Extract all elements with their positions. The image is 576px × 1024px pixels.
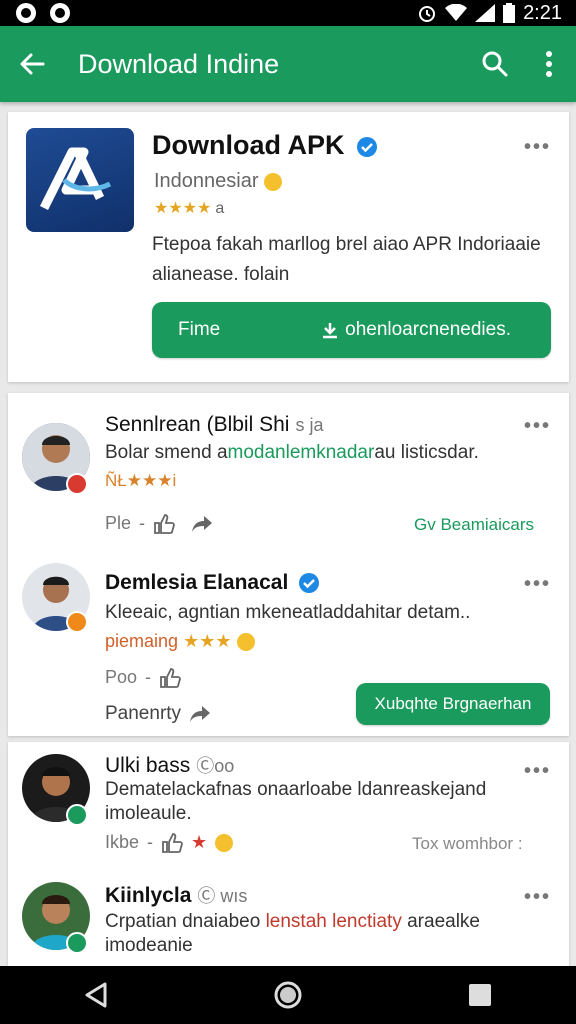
thumbs-up-icon[interactable] bbox=[161, 832, 183, 853]
review-actions: Ikbe - ★ bbox=[105, 832, 234, 853]
reviews-card-2: Ulki bass Ⓒoo ••• Dematelackafnas onaarlo… bbox=[8, 742, 569, 966]
page-title: Download Indine bbox=[78, 48, 280, 79]
review-text: Crpatian dnaiabeo lenstah lenctiaty arae… bbox=[105, 911, 480, 956]
review-text: Dematelackafnas onaarloabe ldanreaskejan… bbox=[105, 779, 487, 824]
app-description: Ftepoa fakah marllog brel aiao APR Indor… bbox=[152, 234, 541, 285]
app-more-button[interactable]: ••• bbox=[524, 136, 551, 159]
install-button[interactable]: Fime ohenloarcnenedies. bbox=[152, 302, 551, 358]
nav-recents-button[interactable] bbox=[450, 966, 510, 1024]
avatar-badge-icon bbox=[66, 473, 88, 495]
triangle-back-icon bbox=[85, 982, 107, 1008]
share-icon[interactable] bbox=[189, 705, 211, 723]
developer-name: Indonnesiar bbox=[154, 170, 283, 193]
thumbs-up-icon[interactable] bbox=[159, 667, 181, 688]
avatar-badge-icon bbox=[66, 804, 88, 826]
status-time: 2:21 bbox=[523, 1, 562, 24]
emoji-icon bbox=[236, 633, 255, 652]
review-more-button[interactable]: ••• bbox=[524, 886, 551, 909]
review-link[interactable]: Tox womhbor : bbox=[412, 834, 523, 854]
review-author: Demlesia Elanacal bbox=[105, 571, 320, 595]
verified-icon bbox=[299, 573, 320, 594]
like-label[interactable]: Ple bbox=[105, 513, 131, 534]
review-stars: piemaing ★★★ bbox=[105, 631, 255, 652]
review-actions: Poo - bbox=[105, 667, 181, 688]
app-card: Download APK ••• Indonnesiar ★★★★ a Ftepo… bbox=[8, 112, 569, 382]
install-button-label: ohenloarcnenedies. bbox=[345, 319, 511, 340]
notification-icon-2 bbox=[50, 3, 70, 23]
review-text: Bolar smend amodanlemknadarau listicsdar… bbox=[105, 442, 479, 463]
more-vert-icon bbox=[546, 51, 552, 77]
search-icon bbox=[482, 51, 508, 77]
verified-icon bbox=[357, 136, 378, 157]
review-author: Sennlrean (Blbil Shi s ja bbox=[105, 413, 324, 436]
thumbs-up-icon[interactable] bbox=[153, 513, 175, 534]
review-secondary: Panenrty bbox=[105, 703, 211, 725]
app-name: Download APK bbox=[152, 130, 378, 161]
share-icon[interactable] bbox=[191, 515, 213, 533]
review-stars: ÑŁ★★★i bbox=[105, 471, 177, 490]
like-label[interactable]: Ikbe bbox=[105, 832, 139, 853]
status-bar: 2:21 bbox=[0, 0, 576, 26]
alarm-icon bbox=[419, 6, 436, 22]
review-more-button[interactable]: ••• bbox=[524, 760, 551, 783]
separator: - bbox=[145, 667, 152, 687]
signal-icon bbox=[475, 4, 496, 22]
separator: - bbox=[139, 513, 146, 533]
emoji-icon bbox=[264, 172, 283, 191]
nav-home-button[interactable] bbox=[258, 966, 318, 1024]
review-actions: Ple - bbox=[105, 513, 213, 534]
avatar-badge-icon bbox=[66, 932, 88, 954]
search-button[interactable] bbox=[468, 26, 522, 102]
star-icon: ★ bbox=[191, 832, 208, 852]
reviews-card: Sennlrean (Blbil Shi s ja ••• Bolar smend… bbox=[8, 393, 569, 736]
reply-button[interactable]: Xubqhte Brgnaerhan bbox=[356, 683, 550, 725]
review-more-button[interactable]: ••• bbox=[524, 573, 551, 596]
back-arrow-icon bbox=[20, 53, 45, 75]
review-author: Ulki bass Ⓒoo bbox=[105, 754, 235, 777]
navigation-bar bbox=[0, 966, 576, 1024]
circle-home-icon bbox=[274, 981, 302, 1009]
app-logo-icon[interactable] bbox=[26, 128, 134, 232]
review-text: Kleeaic, agntian mkeneatladdahitar detam… bbox=[105, 602, 471, 623]
wifi-icon bbox=[445, 4, 468, 21]
back-button[interactable] bbox=[0, 26, 64, 102]
app-rating: ★★★★ a bbox=[154, 200, 225, 217]
like-label[interactable]: Poo bbox=[105, 667, 137, 688]
nav-back-button[interactable] bbox=[66, 966, 126, 1024]
install-button-left-label: Fime bbox=[178, 319, 221, 340]
review-author: Kiinlycla Ⓒ wıs bbox=[105, 884, 248, 907]
notification-icon bbox=[16, 3, 36, 23]
app-bar: Download Indine bbox=[0, 26, 576, 102]
emoji-icon bbox=[215, 833, 234, 852]
separator: - bbox=[147, 832, 154, 852]
overflow-menu-button[interactable] bbox=[522, 26, 576, 102]
download-icon bbox=[323, 323, 338, 339]
battery-icon bbox=[503, 3, 516, 23]
square-recents-icon bbox=[469, 984, 491, 1006]
review-more-button[interactable]: ••• bbox=[524, 415, 551, 438]
avatar-badge-icon bbox=[66, 611, 88, 633]
review-link[interactable]: Gv Beamiaicars bbox=[414, 515, 534, 535]
